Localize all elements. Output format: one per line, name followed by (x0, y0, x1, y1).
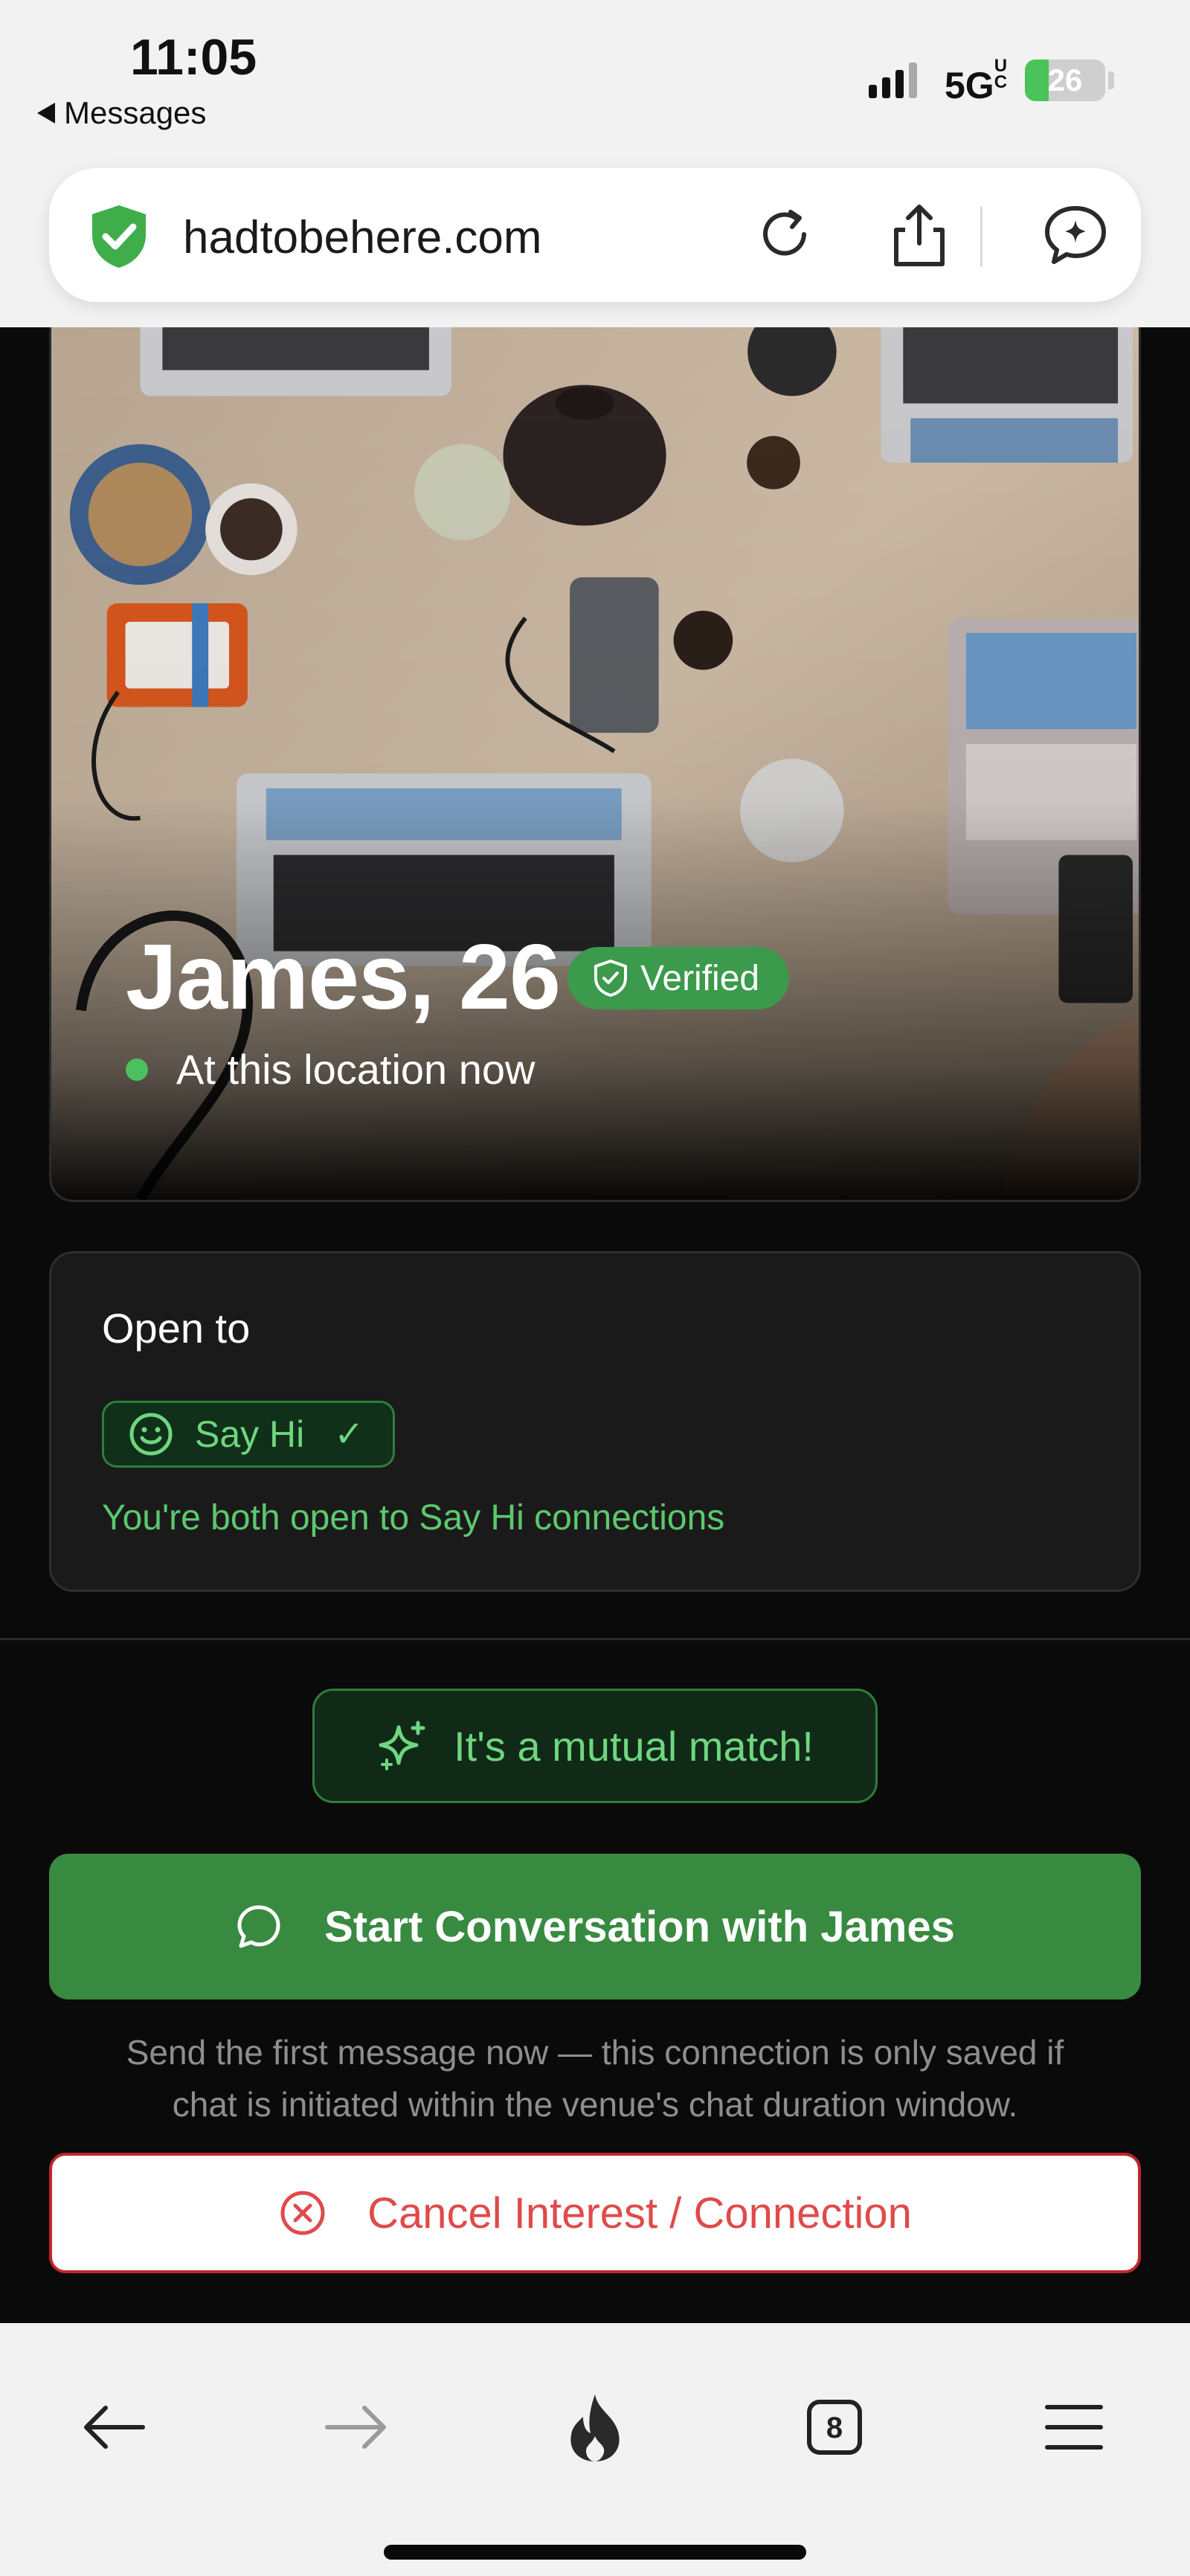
presence-text: At this location now (176, 1046, 536, 1093)
back-button[interactable] (62, 2375, 167, 2479)
start-conversation-label: Start Conversation with James (324, 1902, 955, 1951)
cancel-interest-label: Cancel Interest / Connection (367, 2188, 912, 2238)
open-to-card: Open to Say Hi ✓ You're both open to Say… (49, 1251, 1141, 1592)
arrow-right-icon (325, 2406, 386, 2449)
url-text[interactable]: hadtobehere.com (183, 211, 542, 264)
browser-top-chrome: 11:05 Messages 5GUC 26 hadtobehere.com (0, 0, 1190, 327)
share-icon (894, 205, 945, 266)
say-hi-label: Say Hi (195, 1413, 305, 1455)
share-button[interactable] (882, 198, 956, 272)
section-divider (0, 1638, 1190, 1640)
profile-name-age: James, 26 (126, 926, 561, 1029)
presence-status: At this location now (126, 1045, 535, 1093)
online-dot-icon (126, 1058, 148, 1081)
start-conversation-button[interactable]: Start Conversation with James (49, 1854, 1141, 2000)
reload-icon (763, 210, 806, 256)
assistant-button[interactable] (1038, 198, 1113, 272)
mutual-match-label: It's a mutual match! (454, 1722, 814, 1770)
smile-icon (129, 1413, 173, 1456)
reload-button[interactable] (748, 198, 823, 272)
open-to-note: You're both open to Say Hi connections (102, 1498, 725, 1538)
close-circle-icon (280, 2191, 325, 2235)
battery-icon: 26 (1025, 60, 1105, 101)
toolbar-divider (980, 207, 982, 266)
say-hi-chip[interactable]: Say Hi ✓ (102, 1401, 395, 1468)
forward-button[interactable] (303, 2375, 408, 2479)
tabs-button[interactable]: 8 (782, 2375, 887, 2479)
home-indicator[interactable] (384, 2545, 806, 2560)
page-content: James, 26 Verified At this location now … (0, 305, 1190, 2323)
connection-help-text: Send the first message now — this connec… (126, 2033, 1064, 2124)
flame-icon (570, 2394, 620, 2461)
back-to-messages[interactable]: Messages (37, 95, 206, 131)
shield-check-icon (594, 960, 627, 997)
app-frame: 11:05 Messages 5GUC 26 hadtobehere.com J… (0, 0, 1190, 2576)
sparkle-chat-icon (1045, 206, 1106, 264)
cancel-interest-button[interactable]: Cancel Interest / Connection (49, 2153, 1141, 2273)
address-bar[interactable]: hadtobehere.com (49, 168, 1141, 302)
tabs-icon: 8 (807, 2400, 862, 2455)
menu-button[interactable] (1022, 2375, 1126, 2479)
back-app-label: Messages (64, 95, 207, 130)
battery-level: 26 (1047, 62, 1083, 97)
chat-bubble-icon (237, 1905, 280, 1948)
sparkles-icon (379, 1721, 425, 1770)
network-indicator: 5GUC (945, 56, 1008, 107)
status-time: 11:05 (130, 29, 257, 86)
mutual-match-badge: It's a mutual match! (312, 1689, 878, 1803)
open-to-title: Open to (102, 1305, 251, 1352)
battery-tip (1108, 71, 1114, 89)
hamburger-menu-icon (1045, 2405, 1103, 2450)
shield-check-icon (92, 205, 146, 268)
cellular-signal-icon (869, 62, 917, 98)
tabs-count: 8 (826, 2412, 843, 2444)
back-triangle-icon (37, 103, 55, 123)
browser-bottom-toolbar: 8 (0, 2323, 1190, 2576)
checkmark-icon: ✓ (334, 1415, 364, 1454)
browser-home-button[interactable] (543, 2375, 647, 2479)
profile-card[interactable]: James, 26 Verified At this location now (49, 305, 1141, 1202)
verified-badge: Verified (567, 947, 790, 1009)
arrow-left-icon (84, 2406, 145, 2449)
verified-label: Verified (640, 958, 760, 998)
